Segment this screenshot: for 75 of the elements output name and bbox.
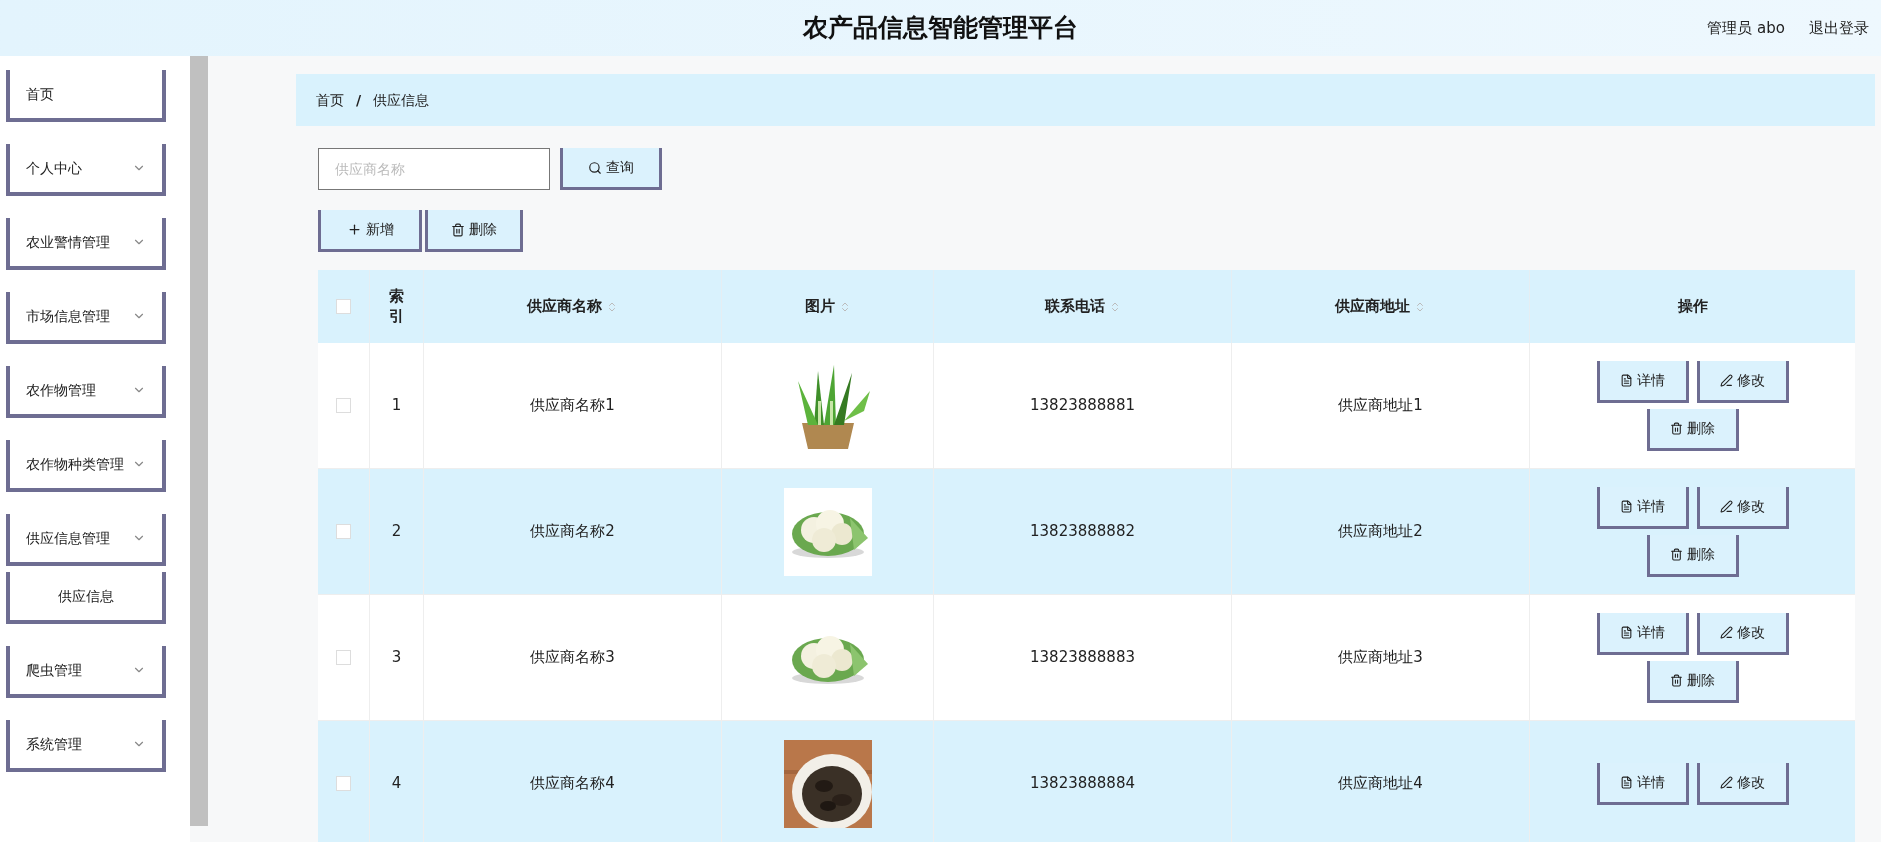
delete-button[interactable]: 删除 <box>1646 408 1739 451</box>
table-cell-text: 供应商地址2 <box>1338 521 1423 543</box>
edit-button[interactable]: 修改 <box>1696 612 1789 655</box>
table-cell-text: 供应商地址4 <box>1338 773 1423 795</box>
column-header[interactable]: 图片 <box>804 295 835 318</box>
delete-button[interactable]: 删除 <box>1646 660 1739 703</box>
edit-button[interactable]: 修改 <box>1696 360 1789 403</box>
document-icon <box>1620 373 1633 387</box>
trash-icon <box>451 222 465 237</box>
table-cell-text: 供应商名称4 <box>530 773 615 795</box>
table-cell-text: 供应商名称1 <box>530 395 615 417</box>
table-cell-text: 13823888884 <box>1030 773 1135 795</box>
sort-icon[interactable] <box>606 300 618 313</box>
document-icon <box>1620 625 1633 639</box>
edit-button[interactable]: 修改 <box>1696 486 1789 529</box>
trash-icon <box>1670 673 1683 687</box>
sidebar-item[interactable]: 系统管理 <box>6 720 166 772</box>
column-header: 索引 <box>388 287 405 326</box>
details-button[interactable]: 详情 <box>1596 486 1689 529</box>
table-cell-text: 4 <box>391 773 402 795</box>
column-header[interactable]: 供应商名称 <box>527 295 602 318</box>
bulk-delete-button[interactable]: 删除 <box>425 210 523 252</box>
row-checkbox[interactable] <box>336 776 351 791</box>
pencil-icon <box>1720 499 1733 513</box>
sidebar-item[interactable]: 爬虫管理 <box>6 646 166 698</box>
breadcrumb-separator: / <box>356 90 362 110</box>
edit-button[interactable]: 修改 <box>1696 762 1789 805</box>
plus-icon <box>346 222 362 237</box>
app-title: 农产品信息智能管理平台 <box>803 12 1078 45</box>
details-button[interactable]: 详情 <box>1596 762 1689 805</box>
sidebar-item[interactable]: 农业警情管理 <box>6 218 166 270</box>
select-all-checkbox[interactable] <box>336 299 351 314</box>
sidebar-subitem[interactable]: 供应信息 <box>6 572 166 624</box>
details-button[interactable]: 详情 <box>1596 360 1689 403</box>
table-cell-text: 13823888882 <box>1030 521 1135 543</box>
user-label: 管理员 abo <box>1707 17 1785 39</box>
column-header[interactable]: 联系电话 <box>1044 295 1105 318</box>
table-cell-text: 13823888883 <box>1030 647 1135 669</box>
logout-link[interactable]: 退出登录 <box>1809 16 1869 40</box>
sort-icon[interactable] <box>1414 300 1426 313</box>
trash-icon <box>1670 421 1683 435</box>
row-checkbox[interactable] <box>336 524 351 539</box>
table-cell-text: 2 <box>391 521 402 543</box>
breadcrumb-link[interactable]: 首页 <box>316 89 344 111</box>
details-button[interactable]: 详情 <box>1596 612 1689 655</box>
pencil-icon <box>1720 373 1733 387</box>
pencil-icon <box>1720 625 1733 639</box>
table-cell-text: 供应商地址3 <box>1338 647 1423 669</box>
table-cell-text: 供应商名称2 <box>530 521 615 543</box>
column-header[interactable]: 供应商地址 <box>1335 295 1410 318</box>
table-cell-text: 供应商地址1 <box>1338 395 1423 417</box>
pencil-icon <box>1720 775 1733 789</box>
delete-button[interactable]: 删除 <box>1646 534 1739 577</box>
table-cell-text: 1 <box>391 395 402 417</box>
sidebar-scrollbar[interactable] <box>190 56 208 826</box>
breadcrumb-link[interactable]: 供应信息 <box>373 89 430 111</box>
trash-icon <box>1670 547 1683 561</box>
sidebar-item[interactable]: 市场信息管理 <box>6 292 166 344</box>
search-icon <box>588 160 602 175</box>
search-field[interactable]: 供应商名称 <box>318 148 550 190</box>
sidebar-item[interactable]: 供应信息管理 <box>6 514 166 566</box>
search-button[interactable]: 查询 <box>560 148 662 190</box>
sidebar-item[interactable]: 首页 <box>6 70 166 122</box>
table-cell-text: 3 <box>391 647 402 669</box>
table-cell-text: 13823888881 <box>1030 395 1135 417</box>
column-header: 操作 <box>1677 296 1708 318</box>
table-cell-text: 供应商名称3 <box>530 647 615 669</box>
document-icon <box>1620 499 1633 513</box>
sidebar-item[interactable]: 个人中心 <box>6 144 166 196</box>
sidebar-item[interactable]: 农作物管理 <box>6 366 166 418</box>
document-icon <box>1620 775 1633 789</box>
add-button[interactable]: 新增 <box>318 210 422 252</box>
row-checkbox[interactable] <box>336 398 351 413</box>
row-checkbox[interactable] <box>336 650 351 665</box>
sidebar-item[interactable]: 农作物种类管理 <box>6 440 166 492</box>
